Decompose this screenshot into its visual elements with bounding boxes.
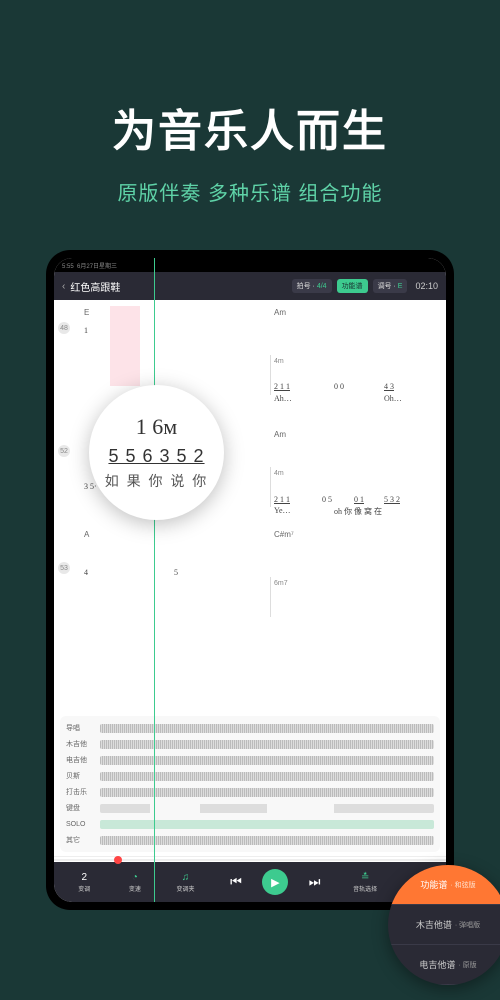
notation: Ah…	[274, 394, 292, 403]
score-popup: 功能谱· 和弦版木吉他谱· 弹唱版电吉他谱· 原版	[388, 865, 500, 985]
playhead[interactable]	[154, 258, 155, 902]
hero-subtitle: 原版伴奏 多种乐谱 组合功能	[0, 177, 500, 206]
chord-label: A	[84, 530, 89, 539]
gauge-icon: ◔	[132, 872, 138, 883]
track-row[interactable]: 电吉他	[60, 752, 440, 768]
sliders-icon: ≛	[361, 872, 369, 883]
speed-button[interactable]: ◔ 变速	[111, 872, 160, 893]
track-row[interactable]: SOLO	[60, 816, 440, 832]
measure-label: 4m	[274, 358, 284, 365]
track-name: 其它	[66, 835, 96, 845]
notation: 0 1	[354, 495, 364, 504]
waveform[interactable]	[100, 820, 434, 829]
notation: 5	[174, 568, 178, 577]
chord-label: Am	[274, 308, 286, 317]
notation: 3 5·	[84, 482, 97, 491]
notation: 0 0	[334, 382, 344, 391]
controls: 2 变调 ◔ 变速 ♫ 变调夹 ⏮ ▶ ⏭ ≛ 音轨选择 ♪ 乐谱设置	[54, 862, 446, 902]
track-name: 键盘	[66, 803, 96, 813]
zoom-chord: 1 6м	[136, 414, 177, 440]
transpose-button[interactable]: 2 变调	[60, 872, 109, 893]
track-name: 贝斯	[66, 771, 96, 781]
waveform[interactable]	[100, 772, 434, 781]
track-name: 木吉他	[66, 739, 96, 749]
status-bar: 5:55 6月27日星期三	[54, 258, 446, 272]
zoom-notes: 5 5 6 3 5 2	[108, 446, 204, 467]
zoom-lens: 1 6м 5 5 6 3 5 2 如 果 你 说 你	[89, 385, 224, 520]
sheet-music[interactable]: E Am Am A C#m⁷ 4m 4m 6m7 48 52 53 1 2 1 1 0 0 4 3 Ah… Oh…	[54, 300, 446, 712]
topbar: ‹ 红色高跟鞋 拍号 · 4/4 功能谱 调号 · E 02:10	[54, 272, 446, 300]
notation: 2 1 1	[274, 495, 290, 504]
notation: oh 你 像 窝 在	[334, 506, 382, 517]
track-row[interactable]: 导唱	[60, 720, 440, 736]
tablet-frame: 5:55 6月27日星期三 ‹ 红色高跟鞋 拍号 · 4/4 功能谱 调号 · …	[46, 250, 454, 910]
prev-icon: ⏮	[230, 874, 242, 890]
measure-label: 6m7	[274, 580, 288, 587]
track-row[interactable]: 贝斯	[60, 768, 440, 784]
measure-label: 4m	[274, 470, 284, 477]
notation: 1	[84, 326, 88, 335]
capo-icon: ♫	[182, 872, 190, 883]
notation: 2 1 1	[274, 382, 290, 391]
notation: Ye…	[274, 506, 291, 515]
notation: Oh…	[384, 394, 402, 403]
row-number: 52	[58, 445, 70, 457]
waveform[interactable]	[100, 724, 434, 733]
waveform[interactable]	[100, 788, 434, 797]
popup-option[interactable]: 木吉他谱· 弹唱版	[388, 905, 500, 945]
track-row[interactable]: 木吉他	[60, 736, 440, 752]
back-icon[interactable]: ‹	[62, 281, 65, 292]
chord-label: C#m⁷	[274, 530, 294, 539]
chord-label: Am	[274, 430, 286, 439]
track-row[interactable]: 其它	[60, 832, 440, 848]
screen: 5:55 6月27日星期三 ‹ 红色高跟鞋 拍号 · 4/4 功能谱 调号 · …	[54, 258, 446, 902]
play-icon: ▶	[271, 876, 279, 889]
play-button[interactable]: ▶	[262, 869, 288, 895]
track-panel: 导唱木吉他电吉他贝斯打击乐键盘 SOLO 其它	[60, 716, 440, 852]
badge-key[interactable]: 调号 · E	[373, 279, 408, 293]
track-name: 导唱	[66, 723, 96, 733]
timeline-marker[interactable]	[114, 856, 122, 864]
row-number: 53	[58, 562, 70, 574]
timeline[interactable]	[54, 856, 446, 862]
badge-time-sig[interactable]: 拍号 · 4/4	[292, 279, 332, 293]
track-select-button[interactable]: ≛ 音轨选择	[341, 872, 390, 893]
capo-button[interactable]: ♫ 变调夹	[161, 872, 210, 893]
track-name: 电吉他	[66, 755, 96, 765]
badge-score-type[interactable]: 功能谱	[337, 279, 368, 293]
waveform[interactable]	[100, 804, 434, 813]
hero-title: 为音乐人而生	[0, 95, 500, 159]
zoom-lyrics: 如 果 你 说 你	[105, 471, 209, 491]
row-number: 48	[58, 322, 70, 334]
track-row[interactable]: 键盘	[60, 800, 440, 816]
next-button[interactable]: ⏭	[290, 874, 339, 890]
song-title: 红色高跟鞋	[70, 279, 286, 294]
chord-label: E	[84, 308, 89, 317]
waveform[interactable]	[100, 740, 434, 749]
track-name: 打击乐	[66, 787, 96, 797]
popup-option[interactable]: 电吉他谱· 原版	[388, 945, 500, 985]
notation: 0 5	[322, 495, 332, 504]
prev-button[interactable]: ⏮	[212, 874, 261, 890]
track-row[interactable]: 打击乐	[60, 784, 440, 800]
next-icon: ⏭	[309, 874, 321, 890]
duration: 02:10	[415, 281, 438, 291]
notation: 5 3 2	[384, 495, 400, 504]
track-name: SOLO	[66, 821, 96, 828]
waveform[interactable]	[100, 756, 434, 765]
notation: 4 3	[384, 382, 394, 391]
notation: 4	[84, 568, 88, 577]
waveform[interactable]	[100, 836, 434, 845]
